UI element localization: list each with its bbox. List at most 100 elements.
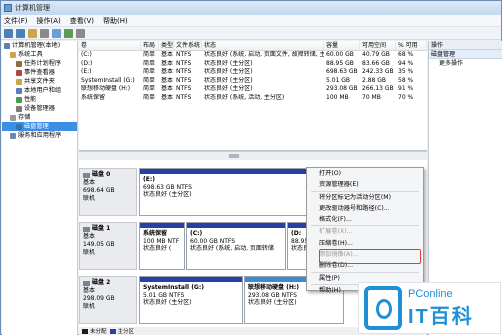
column-header[interactable]: % 可用 bbox=[396, 41, 427, 50]
tree-node[interactable]: 本地用户和组 bbox=[2, 86, 77, 95]
partition-status: 状态良好 ( bbox=[143, 245, 172, 252]
table-cell: 简单 bbox=[143, 51, 156, 58]
tree-node[interactable]: 任务计划程序 bbox=[2, 59, 77, 68]
disk-name-text: 磁盘 0 bbox=[92, 171, 111, 178]
volume-list-scrollbar[interactable] bbox=[79, 151, 427, 159]
disk-size: 149.05 GB bbox=[83, 241, 115, 248]
help-icon[interactable] bbox=[64, 28, 73, 38]
table-row[interactable]: 系统保留 简单 基本 NTFS 状态良好 (系统, 活动, 主分区) 100 MB 70 M… bbox=[79, 94, 427, 103]
context-menu-item[interactable]: 格式化(F)... bbox=[307, 214, 423, 225]
legend-swatch bbox=[82, 328, 88, 334]
tree-node[interactable]: 性能 bbox=[2, 95, 77, 104]
menu-action[interactable]: 操作(A) bbox=[37, 16, 61, 26]
table-cell: 基本 bbox=[161, 76, 174, 84]
table-cell: NTFS bbox=[176, 59, 192, 67]
watermark-name: IT百科 bbox=[408, 305, 474, 328]
back-icon[interactable] bbox=[4, 28, 13, 38]
scrollbar-thumb[interactable] bbox=[229, 154, 239, 158]
menu-view[interactable]: 查看(V) bbox=[70, 16, 94, 26]
tree-node-icon bbox=[16, 96, 22, 103]
tree-node-icon bbox=[10, 51, 16, 58]
window-title: 计算机管理 bbox=[15, 4, 50, 12]
table-row[interactable]: (E:) 简单 基本 NTFS 状态良好 (主分区) 698.63 GB 242.33 GB… bbox=[79, 68, 427, 77]
tree-node-icon bbox=[16, 123, 22, 130]
forward-icon[interactable] bbox=[16, 28, 25, 38]
column-header[interactable]: 状态 bbox=[202, 41, 324, 50]
tree-node[interactable]: 事件查看器 bbox=[2, 68, 77, 77]
table-cell: SystemInstall (G:) bbox=[81, 76, 135, 84]
table-cell: (C:) bbox=[81, 51, 92, 58]
properties-icon[interactable] bbox=[52, 28, 61, 38]
more-actions[interactable]: 更多操作 bbox=[429, 59, 502, 68]
tree-node[interactable]: 共享文件夹 bbox=[2, 77, 77, 86]
table-row[interactable]: (D:) 简单 基本 NTFS 状态良好 (主分区) 88.95 GB 83.66 GB 94… bbox=[79, 60, 427, 69]
up-folder-icon[interactable] bbox=[28, 28, 37, 38]
view-icon[interactable] bbox=[76, 28, 85, 38]
partition-block[interactable]: SystemInstall (G:) 5.01 GB NTFS 状态良好 (主分区) bbox=[139, 276, 243, 324]
tree-node[interactable]: 设备管理器 bbox=[2, 104, 77, 113]
disk-size: 298.09 GB bbox=[83, 295, 115, 302]
disk-name-text: 磁盘 1 bbox=[92, 225, 111, 232]
tree-node[interactable]: 计算机管理(本地) bbox=[2, 41, 77, 50]
table-cell: (E:) bbox=[81, 68, 92, 75]
tree-node-label: 性能 bbox=[24, 96, 37, 103]
column-header[interactable]: 容量 bbox=[324, 41, 360, 50]
context-menu-item[interactable]: 更改驱动器号和路径(C)... bbox=[307, 203, 423, 214]
table-cell: NTFS bbox=[176, 93, 192, 101]
legend-label: 主分区 bbox=[117, 329, 135, 335]
table-cell: 698.63 GB bbox=[326, 68, 358, 75]
context-menu-item[interactable]: 压缩卷(H)... bbox=[307, 238, 423, 249]
disk-label[interactable]: 磁盘 0 基本 698.64 GB 联机 bbox=[79, 168, 137, 216]
menu-help[interactable]: 帮助(H) bbox=[103, 16, 128, 26]
pconline-logo-icon bbox=[364, 286, 402, 330]
table-cell: 简单 bbox=[143, 85, 156, 92]
partition-block[interactable]: (C:) 60.00 GB NTFS 状态良好 (系统, 启动, 页面转储 bbox=[186, 222, 286, 270]
tree-node[interactable]: 磁盘管理 bbox=[2, 122, 77, 131]
partition-block[interactable]: 系统保留 100 MB NTF 状态良好 ( bbox=[139, 222, 185, 270]
table-row[interactable]: (C:) 简单基本NTFS 状态良好 (系统, 启动, 页面文件, 故障转储, 主分… bbox=[79, 51, 427, 60]
column-header[interactable]: 可用空间 bbox=[360, 41, 396, 50]
table-cell: 83.66 GB bbox=[362, 59, 390, 67]
table-cell: 基本 bbox=[161, 68, 174, 75]
table-cell: 基本 bbox=[161, 51, 174, 58]
partition-size: 60.00 GB NTFS bbox=[190, 237, 236, 245]
tree-node[interactable]: 系统工具 bbox=[2, 50, 77, 59]
table-row[interactable]: 联想移动硬盘 (H:) 简单 基本 NTFS 状态良好 (主分区) 293.08 GB 26… bbox=[79, 85, 427, 94]
table-cell: 状态良好 (系统, 活动, 主分区) bbox=[204, 93, 285, 101]
table-cell: 293.08 GB bbox=[326, 85, 358, 92]
tree-node-label: 任务计划程序 bbox=[24, 60, 62, 67]
disk-label[interactable]: 磁盘 2 基本 298.09 GB 联机 bbox=[79, 276, 137, 324]
context-menu-item[interactable]: 将分区标记为活动分区(M) bbox=[307, 192, 423, 203]
actions-disk-management[interactable]: 磁盘管理 bbox=[429, 50, 502, 59]
context-menu-item: 扩展卷(X)... bbox=[319, 228, 353, 236]
table-cell: 94 % bbox=[398, 59, 414, 67]
tree-node[interactable]: 存储 bbox=[2, 113, 77, 122]
tree-node-icon bbox=[10, 114, 16, 121]
navigation-tree: 计算机管理(本地) 系统工具任务计划程序 事件查看器 共享文件夹 本地用户和组 性能设备管… bbox=[2, 41, 78, 335]
table-cell: 基本 bbox=[161, 93, 174, 101]
column-header[interactable]: 文件系统 bbox=[174, 41, 202, 50]
column-header[interactable]: 类型 bbox=[159, 41, 174, 50]
column-header[interactable]: 布局 bbox=[141, 41, 159, 50]
tree-node-label: 设备管理器 bbox=[24, 105, 55, 112]
tree-node-label: 磁盘管理 bbox=[24, 123, 49, 130]
partition-status: 状态良好 (系统, 启动, 页面转储 bbox=[190, 245, 274, 252]
table-cell: 简单 bbox=[143, 68, 156, 75]
table-cell: 状态良好 (主分区) bbox=[204, 85, 253, 92]
tree-node[interactable]: 服务和应用程序 bbox=[2, 131, 77, 140]
show-hide-tree-icon[interactable] bbox=[40, 28, 49, 38]
column-header[interactable]: 卷 bbox=[79, 41, 141, 50]
menu-bar: 文件(F) 操作(A) 查看(V) 帮助(H) bbox=[1, 15, 501, 27]
disk-label[interactable]: 磁盘 1 基本 149.05 GB 联机 bbox=[79, 222, 137, 270]
tree-node-icon bbox=[16, 60, 22, 67]
tree-node-label: 系统工具 bbox=[18, 51, 43, 58]
table-cell: 60.00 GB bbox=[326, 51, 354, 58]
table-row[interactable]: SystemInstall (G:) 简单 基本 NTFS 状态良好 (主分区) 5.01… bbox=[79, 77, 427, 86]
context-menu-item[interactable]: 资源管理器(E) bbox=[307, 179, 423, 190]
table-cell: 状态良好 (系统, 启动, 页面文件, 故障转储, 主分区) bbox=[204, 51, 324, 58]
menu-file[interactable]: 文件(F) bbox=[4, 16, 28, 26]
partition-color-bar bbox=[187, 223, 285, 228]
context-menu-item[interactable]: 打开(O) bbox=[307, 168, 423, 179]
disk-type: 基本 bbox=[83, 233, 96, 240]
watermark: PConline IT百科 bbox=[358, 282, 501, 334]
